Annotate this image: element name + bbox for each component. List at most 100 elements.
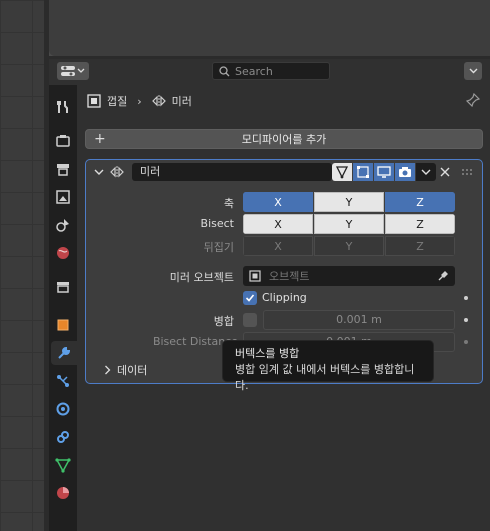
tab-particles[interactable]	[51, 369, 75, 393]
properties-editor-icon	[61, 66, 75, 76]
edit-cage-toggle[interactable]	[332, 163, 352, 181]
search-placeholder: Search	[235, 64, 273, 78]
axis-y-toggle[interactable]: Y	[314, 192, 384, 212]
axis-z-toggle[interactable]: Z	[385, 192, 455, 212]
add-modifier-label: 모디파이어를 추가	[241, 133, 327, 146]
pin-icon[interactable]	[465, 92, 481, 110]
merge-row: 병합 0.001 m	[86, 310, 482, 330]
bisect-x-toggle[interactable]: X	[243, 214, 313, 234]
clipping-checkbox[interactable]	[243, 291, 257, 305]
clipping-label: Clipping	[262, 291, 307, 304]
tab-constraints[interactable]	[51, 425, 75, 449]
chevron-down-icon	[421, 169, 431, 175]
3d-viewport[interactable]	[0, 0, 45, 531]
breadcrumb-modifier: 미러	[171, 95, 192, 108]
tab-data[interactable]	[51, 453, 75, 477]
viewport-display-toggle[interactable]	[374, 163, 394, 181]
tab-material[interactable]	[51, 481, 75, 505]
mirror-modifier-icon	[151, 95, 166, 107]
view-layer-icon	[56, 190, 70, 204]
search-input[interactable]: Search	[212, 62, 330, 80]
mesh-data-icon	[55, 458, 71, 473]
eyedropper-icon[interactable]	[437, 270, 449, 282]
axis-x-toggle[interactable]: X	[243, 192, 313, 212]
tab-collection[interactable]	[51, 275, 75, 299]
merge-label: 병합	[213, 315, 234, 328]
bisect-z-toggle[interactable]: Z	[385, 214, 455, 234]
tab-object[interactable]	[51, 313, 75, 337]
camera-icon	[399, 167, 411, 177]
add-modifier-button[interactable]: + 모디파이어를 추가	[85, 129, 483, 149]
modifier-name-field[interactable]: 미러	[132, 163, 332, 181]
tab-physics[interactable]	[51, 397, 75, 421]
bisect-label: Bisect	[200, 217, 234, 230]
collection-icon	[57, 282, 69, 293]
constraints-icon	[57, 431, 69, 443]
outliner-area[interactable]	[49, 0, 490, 56]
flip-x-toggle[interactable]: X	[243, 236, 313, 256]
mirror-modifier-icon	[110, 166, 124, 178]
chevron-down-icon	[77, 68, 85, 73]
tooltip: 버텍스를 병합 병합 임계 값 내에서 버텍스를 병합합니다.	[222, 340, 434, 392]
object-field-icon	[249, 270, 261, 282]
tab-view-layer[interactable]	[51, 185, 75, 209]
chevron-down-icon	[469, 68, 477, 74]
data-subpanel-header[interactable]: 데이터	[104, 362, 147, 378]
flip-y-toggle[interactable]: Y	[314, 236, 384, 256]
flip-label: 뒤집기	[203, 241, 234, 254]
particles-icon	[57, 375, 69, 387]
mirror-object-field[interactable]: 오브젝트	[243, 266, 455, 286]
clipping-row: Clipping	[86, 288, 482, 308]
mirror-object-placeholder: 오브젝트	[269, 270, 310, 283]
cage-triangle-icon	[335, 166, 349, 179]
tooltip-description: 병합 임계 값 내에서 버텍스를 병합합니다.	[235, 363, 415, 392]
merge-threshold-field[interactable]: 0.001 m	[263, 310, 455, 330]
chevron-down-icon[interactable]	[94, 168, 104, 176]
keyframe-dot-icon[interactable]	[464, 340, 468, 344]
tab-tool[interactable]	[51, 95, 75, 119]
mirror-object-row: 미러 오브젝트 오브젝트	[86, 266, 482, 286]
data-subpanel-label: 데이터	[117, 364, 148, 377]
scene-icon	[56, 219, 69, 232]
bisect-row: Bisect X Y Z	[86, 214, 482, 234]
axis-label: 축	[223, 197, 234, 210]
breadcrumb-object: 껍질	[107, 95, 128, 108]
modifier-visibility-toggles	[332, 163, 436, 181]
modifier-panel-header: 미러	[86, 160, 482, 184]
tab-modifiers[interactable]	[51, 341, 77, 365]
tab-render[interactable]	[51, 129, 75, 153]
output-icon	[57, 164, 69, 176]
properties-tab-bar	[49, 85, 77, 531]
material-icon	[57, 487, 69, 499]
modifier-properties: 껍질 › 미러 + 모디파이어를 추가 미러 축 X Y Z Bisect X …	[79, 83, 490, 531]
properties-header: Search	[49, 59, 490, 83]
properties-editor: Search 껍질 › 미러 + 모디파이어를 추가 미러 축 X Y Z Bi…	[49, 59, 490, 531]
wrench-icon	[58, 346, 71, 359]
flip-row: 뒤집기 X Y Z	[86, 236, 482, 256]
flip-z-toggle[interactable]: Z	[385, 236, 455, 256]
bisect-y-toggle[interactable]: Y	[314, 214, 384, 234]
mesh-object-icon	[87, 94, 101, 108]
edit-mode-icon	[357, 166, 369, 178]
keyframe-dot-icon[interactable]	[464, 296, 468, 300]
tab-scene[interactable]	[51, 213, 75, 237]
axis-row: 축 X Y Z	[86, 192, 482, 212]
close-icon[interactable]	[440, 167, 450, 177]
object-icon	[57, 319, 69, 331]
options-dropdown[interactable]	[464, 62, 482, 80]
modifier-menu-dropdown[interactable]	[416, 163, 436, 181]
editor-type-dropdown[interactable]	[57, 62, 89, 80]
mirror-object-label: 미러 오브젝트	[169, 271, 234, 284]
edit-mode-toggle[interactable]	[353, 163, 373, 181]
render-toggle[interactable]	[395, 163, 415, 181]
tab-output[interactable]	[51, 157, 75, 181]
axis-toggle-group: X Y Z	[243, 192, 455, 212]
drag-handle-icon[interactable]	[462, 169, 474, 175]
bisect-toggle-group: X Y Z	[243, 214, 455, 234]
tab-world[interactable]	[51, 241, 75, 265]
breadcrumb-separator-icon: ›	[137, 94, 142, 108]
merge-checkbox[interactable]	[243, 313, 257, 327]
keyframe-dot-icon[interactable]	[464, 318, 468, 322]
breadcrumb: 껍질 › 미러	[87, 91, 192, 111]
chevron-right-icon	[105, 365, 111, 375]
